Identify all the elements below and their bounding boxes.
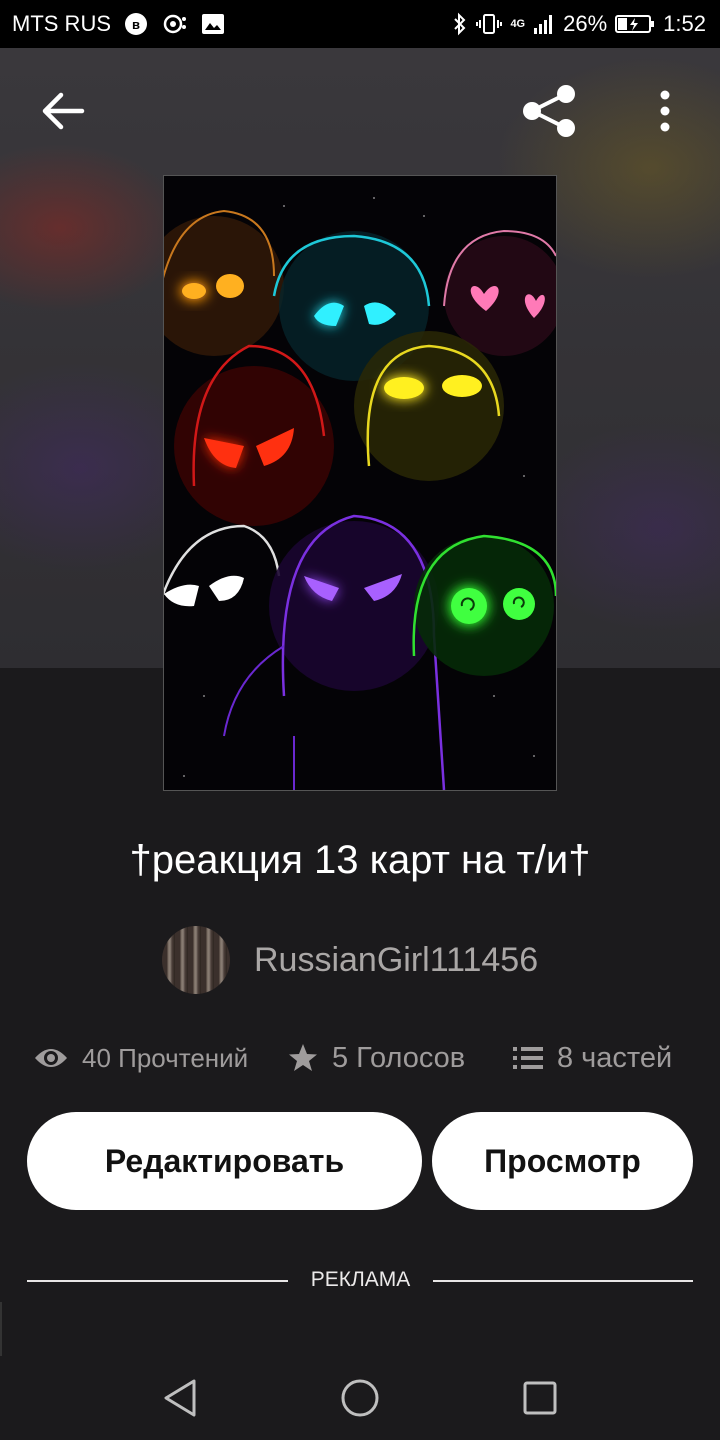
share-icon bbox=[523, 85, 575, 137]
bluetooth-icon bbox=[454, 12, 466, 36]
nav-recents-button[interactable] bbox=[512, 1372, 568, 1424]
ad-container[interactable] bbox=[0, 1302, 720, 1358]
votes-stat: 5 Голосов bbox=[288, 1034, 465, 1082]
author-name[interactable]: RussianGirl111456 bbox=[254, 941, 538, 980]
navigation-bar bbox=[0, 1356, 720, 1440]
star-icon bbox=[289, 1044, 317, 1071]
parts-stat[interactable]: 8 частей bbox=[513, 1034, 672, 1082]
divider bbox=[433, 1280, 693, 1282]
preview-button[interactable]: Просмотр bbox=[432, 1112, 693, 1210]
nav-home-button[interactable] bbox=[332, 1372, 388, 1424]
clock: 1:52 bbox=[663, 11, 706, 36]
tracking-icon bbox=[163, 14, 186, 34]
ad-label: РЕКЛАМА bbox=[310, 1268, 411, 1291]
network-type: 4G bbox=[510, 18, 526, 30]
votes-count: 5 Голосов bbox=[332, 1041, 466, 1074]
gallery-icon bbox=[202, 14, 224, 34]
author-avatar[interactable] bbox=[162, 926, 230, 994]
carrier-name: MTS RUS bbox=[12, 11, 111, 36]
divider bbox=[27, 1280, 288, 1282]
more-vertical-icon bbox=[660, 90, 670, 132]
reads-count: 40 Прочтений bbox=[82, 1042, 249, 1073]
vibrate-icon bbox=[476, 14, 503, 34]
story-cover[interactable] bbox=[163, 175, 557, 791]
nav-back-button[interactable] bbox=[152, 1372, 208, 1424]
parts-count: 8 частей bbox=[557, 1041, 673, 1074]
triangle-back-icon bbox=[164, 1379, 196, 1417]
circle-home-icon bbox=[341, 1379, 379, 1417]
more-options-button[interactable] bbox=[650, 86, 680, 136]
edit-button[interactable]: Редактировать bbox=[27, 1112, 422, 1210]
battery-percent: 26% bbox=[563, 11, 608, 36]
status-bar: MTS RUS в 4G 26% 1:52 bbox=[0, 0, 720, 48]
list-icon bbox=[513, 1047, 543, 1069]
share-button[interactable] bbox=[518, 82, 580, 140]
author-row[interactable]: RussianGirl111456 bbox=[162, 926, 538, 994]
back-button[interactable] bbox=[38, 88, 88, 134]
arrow-left-icon bbox=[42, 92, 85, 130]
square-recents-icon bbox=[523, 1381, 557, 1415]
cover-artwork bbox=[164, 176, 556, 790]
reads-stat: 40 Прочтений bbox=[34, 1034, 248, 1082]
story-stats: 40 Прочтений 5 Голосов 8 частей bbox=[0, 1034, 720, 1082]
eye-icon bbox=[35, 1049, 67, 1067]
battery-icon bbox=[615, 15, 655, 33]
story-title: †реакция 13 карт на т/и† bbox=[129, 838, 591, 882]
vk-notification-icon: в bbox=[125, 13, 147, 35]
signal-icon bbox=[534, 15, 553, 34]
